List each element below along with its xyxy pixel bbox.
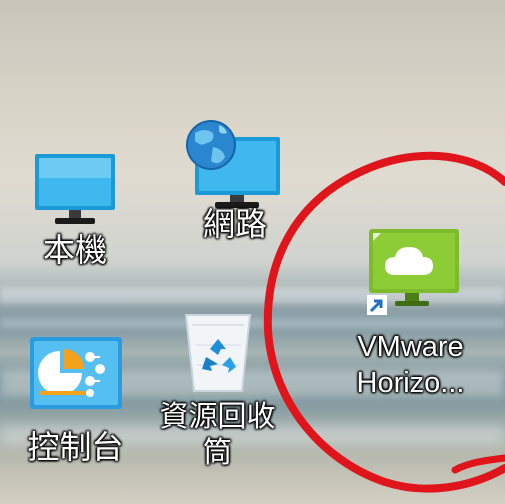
desktop-icon-recycle-bin[interactable]: 資源回收 筒 — [150, 305, 285, 471]
recycle-bin-icon — [184, 314, 251, 392]
desktop-icon-vmware-horizon[interactable]: VMware Horizo... — [338, 225, 483, 401]
vmware-horizon-icon — [366, 229, 459, 315]
icon-label-recycle-bin: 資源回收 — [159, 401, 276, 433]
desktop-icon-network[interactable]: 網路 — [175, 115, 295, 244]
icon-label-network: 網路 — [202, 206, 267, 242]
icon-label-recycle-bin-line2: 筒 — [202, 437, 232, 469]
control-panel-icon — [29, 337, 122, 409]
icon-label-control-panel: 控制台 — [27, 429, 124, 465]
desktop-icon-control-panel[interactable]: 控制台 — [18, 335, 133, 467]
desktop-icon-this-pc[interactable]: 本機 — [20, 150, 130, 270]
icon-label-this-pc: 本機 — [42, 232, 107, 268]
icon-label-vmware-horizon-line2: Horizo... — [356, 367, 465, 399]
icon-label-vmware-horizon: VMware — [357, 331, 464, 363]
network-icon — [186, 120, 280, 208]
computer-icon — [35, 154, 115, 224]
